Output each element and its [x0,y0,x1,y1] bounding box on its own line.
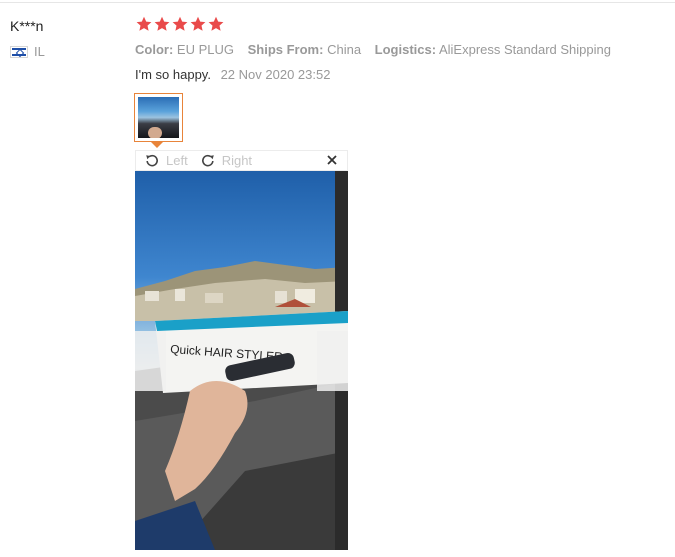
attr-logistics-value: AliExpress Standard Shipping [438,42,611,57]
photo-viewer: Left Right Quick HAIR STYLER [135,150,348,550]
thumbnail-selected-pointer [151,142,163,148]
reviewer-name: K***n [10,18,44,34]
rotate-left-icon [146,154,158,166]
star-icon [208,16,224,31]
next-photo-button[interactable] [317,331,348,391]
attr-logistics-key: Logistics: [374,42,437,57]
review-date: 22 Nov 2020 23:52 [220,67,331,82]
country-code: IL [34,44,45,59]
israel-flag-icon [10,45,28,58]
star-icon [136,16,152,31]
attr-color-value: EU PLUG [176,42,234,57]
thumbnail-image [138,97,179,138]
rotate-right-label: Right [221,153,253,168]
top-divider [0,2,675,3]
rotate-left-button[interactable]: Left [144,153,188,169]
close-icon[interactable] [325,153,339,167]
star-icon [190,16,206,31]
viewer-toolbar: Left Right [135,150,348,171]
rotate-right-icon [201,154,214,166]
attr-color-key: Color: [135,42,174,57]
review-attributes: Color: EU PLUG Ships From: China Logisti… [135,42,621,57]
review-text: I'm so happy. [135,67,211,82]
star-icon [154,16,170,31]
previous-photo-button[interactable] [135,331,166,391]
review-content: I'm so happy. 22 Nov 2020 23:52 [135,67,330,82]
reviewer-country: IL [10,44,45,59]
star-rating [136,16,224,32]
review-photo-thumbnail[interactable] [134,93,183,142]
review-photo: Quick HAIR STYLER [135,171,348,550]
star-icon [172,16,188,31]
rotate-left-label: Left [166,153,188,168]
rotate-right-button[interactable]: Right [200,153,252,169]
attr-ships-key: Ships From: [247,42,324,57]
attr-ships-value: China [327,42,362,57]
